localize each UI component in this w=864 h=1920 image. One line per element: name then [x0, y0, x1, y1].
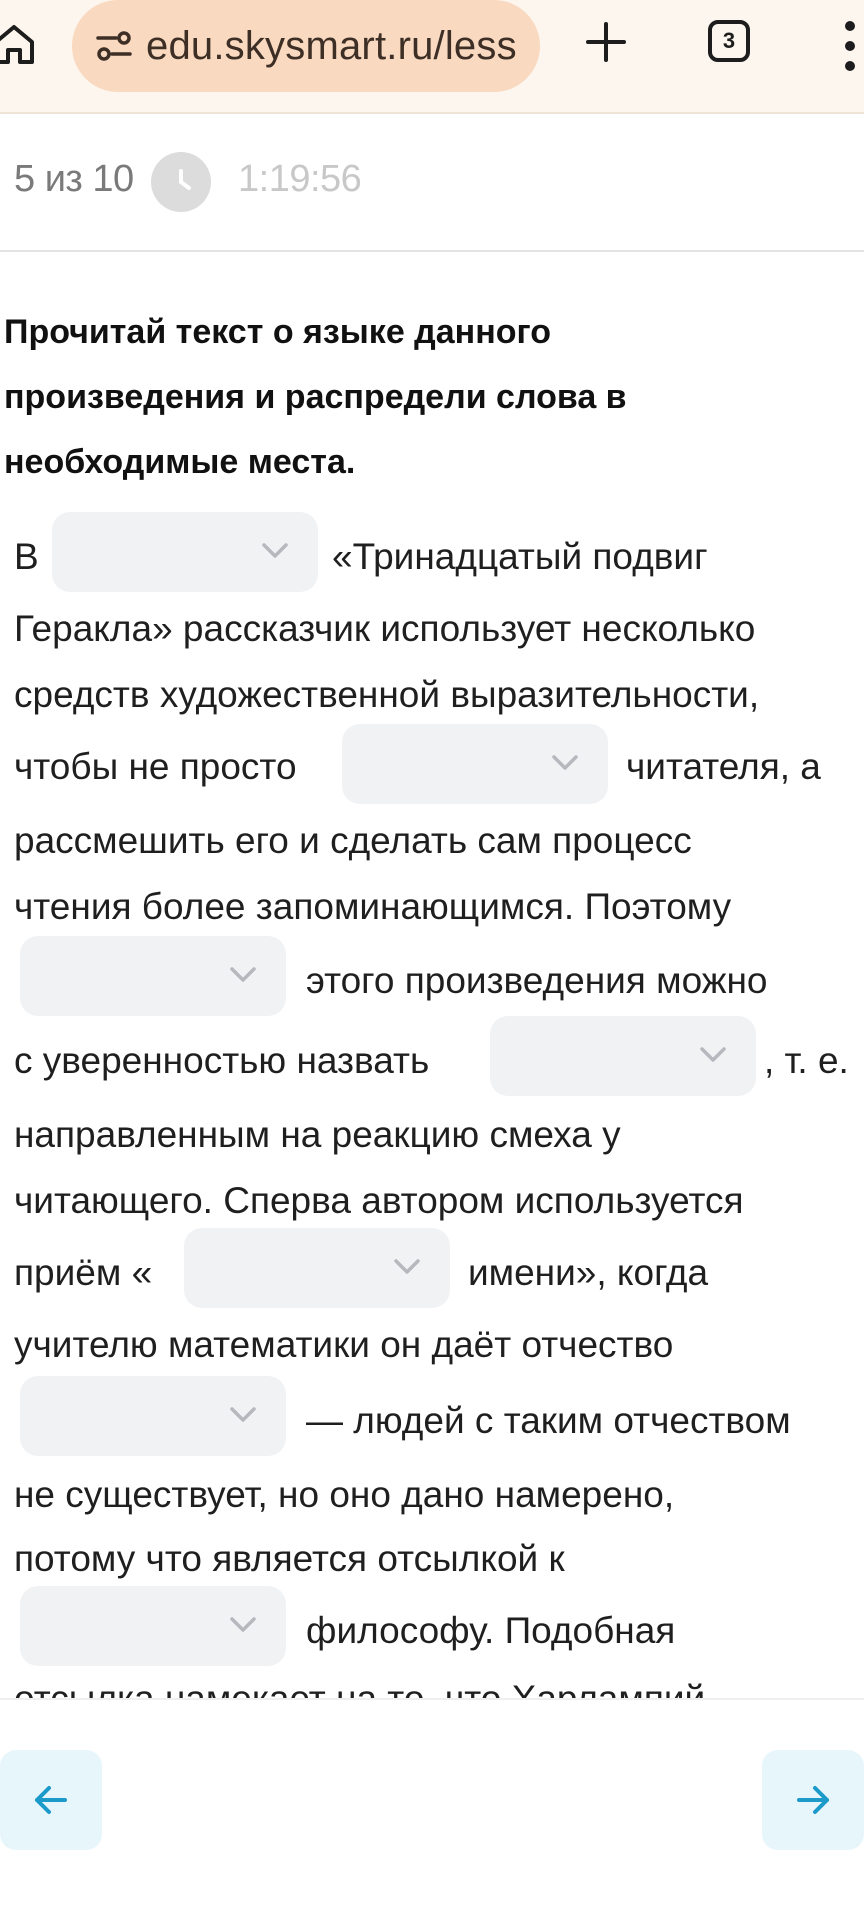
text-fragment: чтения более запоминающимся. Поэтому — [14, 886, 732, 927]
more-vertical-icon — [845, 21, 855, 71]
answer-dropdown-3[interactable] — [20, 936, 286, 1016]
url-text[interactable]: edu.skysmart.ru/less — [146, 24, 517, 69]
task-title-line: необходимые места. — [4, 443, 356, 481]
address-bar[interactable]: edu.skysmart.ru/less — [72, 0, 540, 92]
answer-dropdown-4[interactable] — [490, 1016, 756, 1096]
question-progress: 5 из 10 — [14, 158, 134, 200]
chevron-down-icon — [262, 543, 288, 558]
browser-menu-button[interactable] — [838, 14, 862, 78]
new-tab-button[interactable] — [582, 18, 630, 66]
text-fragment: не существует, но оно дано намерено, — [14, 1474, 675, 1515]
task-text: В «Тринадцатый подвиг Геракла» рассказчи… — [14, 512, 860, 1698]
next-question-button[interactable] — [762, 1750, 864, 1850]
answer-dropdown-2[interactable] — [342, 724, 608, 804]
answer-dropdown-6[interactable] — [20, 1376, 286, 1456]
text-fragment: рассмешить его и сделать сам процесс — [14, 820, 692, 861]
answer-dropdown-7[interactable] — [20, 1586, 286, 1666]
site-settings-icon[interactable] — [94, 26, 134, 66]
text-fragment: чтобы не просто — [14, 746, 297, 787]
text-fragment: — людей с таким отчеством — [306, 1400, 791, 1441]
text-fragment: направленным на реакцию смеха у — [14, 1114, 621, 1155]
text-fragment: учителю математики он даёт отчество — [14, 1324, 674, 1365]
answer-dropdown-1[interactable] — [52, 512, 318, 592]
text-fragment: с уверенностью назвать — [14, 1040, 430, 1081]
task-title-line: Прочитай текст о языке данного — [4, 313, 551, 351]
plus-icon — [586, 22, 626, 62]
text-fragment: приём « — [14, 1252, 153, 1293]
browser-toolbar: edu.skysmart.ru/less 3 — [0, 0, 864, 114]
answer-dropdown-5[interactable] — [184, 1228, 450, 1308]
chevron-down-icon — [394, 1259, 420, 1274]
clock-icon — [151, 152, 211, 212]
text-fragment: Геракла» рассказчик использует несколько — [14, 608, 756, 649]
lesson-header: 5 из 10 1:19:56 — [0, 114, 864, 252]
text-fragment: «Тринадцатый подвиг — [332, 536, 708, 577]
lesson-timer: 1:19:56 — [238, 158, 362, 200]
home-button[interactable] — [0, 20, 38, 68]
text-fragment: , т. е. — [764, 1040, 849, 1081]
previous-question-button[interactable] — [0, 1750, 102, 1850]
chevron-down-icon — [700, 1047, 726, 1062]
task-title-line: произведения и распредели слова в — [4, 378, 627, 416]
chevron-down-icon — [230, 1617, 256, 1632]
text-fragment: В — [14, 536, 39, 577]
tabs-button[interactable]: 3 — [708, 20, 750, 62]
chevron-down-icon — [552, 755, 578, 770]
text-fragment: читателя, а — [626, 746, 821, 787]
text-fragment: этого произведения можно — [306, 960, 768, 1001]
chevron-down-icon — [230, 1407, 256, 1422]
text-fragment: потому что является отсылкой к — [14, 1538, 565, 1579]
text-fragment: имени», когда — [468, 1252, 709, 1293]
chevron-down-icon — [230, 967, 256, 982]
text-fragment: читающего. Сперва автором используется — [14, 1180, 744, 1221]
arrow-right-icon — [797, 1786, 829, 1814]
home-icon — [0, 25, 34, 64]
task-title: Прочитай текст о языке данного произведе… — [4, 300, 844, 495]
text-fragment: отсылка намекает на то, что Харлампий — [14, 1674, 705, 1698]
text-fragment: средств художественной выразительности, — [14, 674, 760, 715]
arrow-left-icon — [35, 1786, 67, 1814]
tab-count: 3 — [722, 28, 736, 53]
text-fragment: философу. Подобная — [306, 1610, 676, 1651]
content-divider — [0, 1698, 864, 1700]
